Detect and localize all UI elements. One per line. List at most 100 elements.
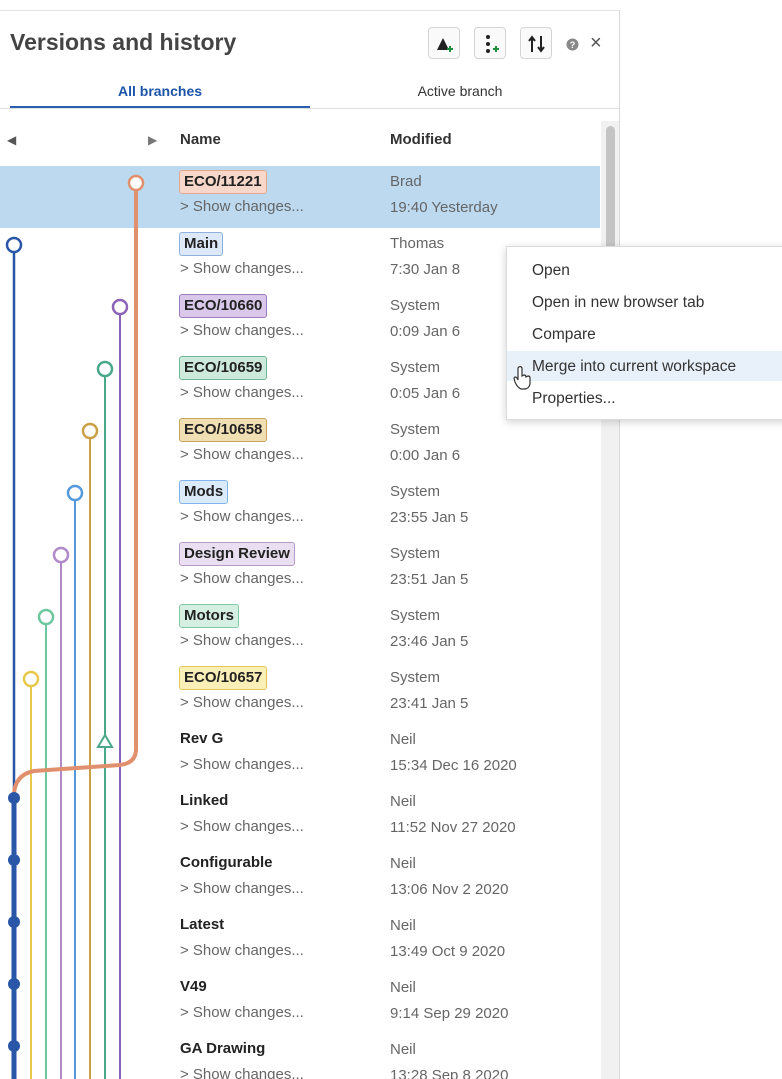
show-changes-link[interactable]: > Show changes... [180,508,304,525]
swap-icon [528,35,545,53]
menu-item-label: Merge into current workspace [532,358,737,375]
context-menu: Open Open in new browser tab Compare Mer… [506,246,782,420]
modified-by: System [390,297,441,314]
modified-by: System [390,545,441,562]
modified-time: 9:14 Sep 29 2020 [390,1005,509,1022]
show-changes-link[interactable]: > Show changes... [180,1004,304,1021]
branch-tag: ECO/11221 [179,170,267,194]
close-icon[interactable]: × [590,33,602,53]
menu-item-label: Open in new browser tab [532,294,705,311]
modified-time: 23:46 Jan 5 [390,633,469,650]
show-changes-link[interactable]: > Show changes... [180,260,304,277]
menu-item-label: Properties... [532,390,616,407]
help-icon[interactable]: ? [566,38,579,51]
modified-by: Brad [390,173,422,190]
version-name: Latest [180,916,225,933]
show-changes-link[interactable]: > Show changes... [180,384,304,401]
branch-tag: ECO/10657 [179,666,268,690]
show-changes-link[interactable]: > Show changes... [180,756,304,773]
modified-by: Neil [390,979,416,996]
modified-time: 0:05 Jan 6 [390,385,461,402]
menu-item-open[interactable]: Open [507,255,782,285]
modified-by: Thomas [390,235,445,252]
eco10657-head-node [22,670,40,688]
modified-time: 0:00 Jan 6 [390,447,461,464]
show-changes-link[interactable]: > Show changes... [180,880,304,897]
show-changes-link[interactable]: > Show changes... [180,818,304,835]
branch-tag: Design Review [179,542,295,566]
eco10660-head-node [111,298,129,316]
modified-time: 15:34 Dec 16 2020 [390,757,517,774]
modified-by: Neil [390,917,416,934]
show-changes-link[interactable]: > Show changes... [180,632,304,649]
menu-item-label: Compare [532,326,596,343]
column-header-name[interactable]: Name [180,131,221,148]
menu-item-open-new-tab[interactable]: Open in new browser tab [507,287,782,317]
modified-time: 13:28 Sep 8 2020 [390,1067,509,1079]
create-branch-button[interactable] [474,27,506,59]
show-changes-link[interactable]: > Show changes... [180,1066,304,1079]
column-header-modified[interactable]: Modified [390,131,452,148]
modified-time: 13:06 Nov 2 2020 [390,881,509,898]
versions-panel: Versions and history ? × All branches Ac… [0,10,620,1079]
menu-item-merge[interactable]: Merge into current workspace [507,351,782,381]
motors-head-node [37,608,55,626]
branch-graph [5,174,145,1079]
show-changes-link[interactable]: > Show changes... [180,446,304,463]
modified-by: Neil [390,1041,416,1058]
tab-active-branch[interactable]: Active branch [310,83,610,99]
show-changes-link[interactable]: > Show changes... [180,694,304,711]
version-node [8,1040,20,1052]
modified-by: System [390,669,441,686]
modified-by: Neil [390,793,416,810]
create-version-button[interactable] [428,27,460,59]
menu-item-label: Open [532,262,570,279]
version-node [8,792,20,804]
branch-add-icon [486,35,499,53]
version-name: Linked [180,792,229,809]
branch-tag: Mods [179,480,229,504]
version-node [8,916,20,928]
modified-time: 13:49 Oct 9 2020 [390,943,506,960]
version-node [8,978,20,990]
modified-by: System [390,483,441,500]
branch-tag: ECO/10660 [179,294,268,318]
branch-tag: Main [179,232,224,256]
menu-item-compare[interactable]: Compare [507,319,782,349]
version-add-icon [437,38,453,52]
version-name: GA Drawing [180,1040,266,1057]
modified-time: 7:30 Jan 8 [390,261,461,278]
show-changes-link[interactable]: > Show changes... [180,198,304,215]
branch-tag: Motors [179,604,239,628]
eco10659-head-node [96,360,114,378]
modified-by: System [390,359,441,376]
design-review-head-node [52,546,70,564]
modified-by: System [390,421,441,438]
eco11221-head-node [127,174,145,192]
show-changes-link[interactable]: > Show changes... [180,942,304,959]
modified-time: 0:09 Jan 6 [390,323,461,340]
show-changes-link[interactable]: > Show changes... [180,570,304,587]
compare-button[interactable] [520,27,552,59]
show-changes-link[interactable]: > Show changes... [180,322,304,339]
hand-cursor-icon [513,366,531,390]
version-name: Configurable [180,854,273,871]
modified-by: System [390,607,441,624]
svg-text:?: ? [570,40,576,50]
menu-item-properties[interactable]: Properties... [507,383,782,413]
version-triangle-marker [96,733,114,748]
mods-head-node [66,484,84,502]
modified-time: 23:41 Jan 5 [390,695,469,712]
branch-tag: ECO/10659 [179,356,268,380]
modified-time: 23:51 Jan 5 [390,571,469,588]
version-name: Rev G [180,730,224,747]
modified-by: Neil [390,731,416,748]
modified-time: 23:55 Jan 5 [390,509,469,526]
branch-tag: ECO/10658 [179,418,268,442]
modified-by: Neil [390,855,416,872]
modified-time: 19:40 Yesterday [390,199,498,216]
version-name: V49 [180,978,207,995]
version-node [8,854,20,866]
eco10658-head-node [81,422,99,440]
main-head-node [5,236,23,254]
